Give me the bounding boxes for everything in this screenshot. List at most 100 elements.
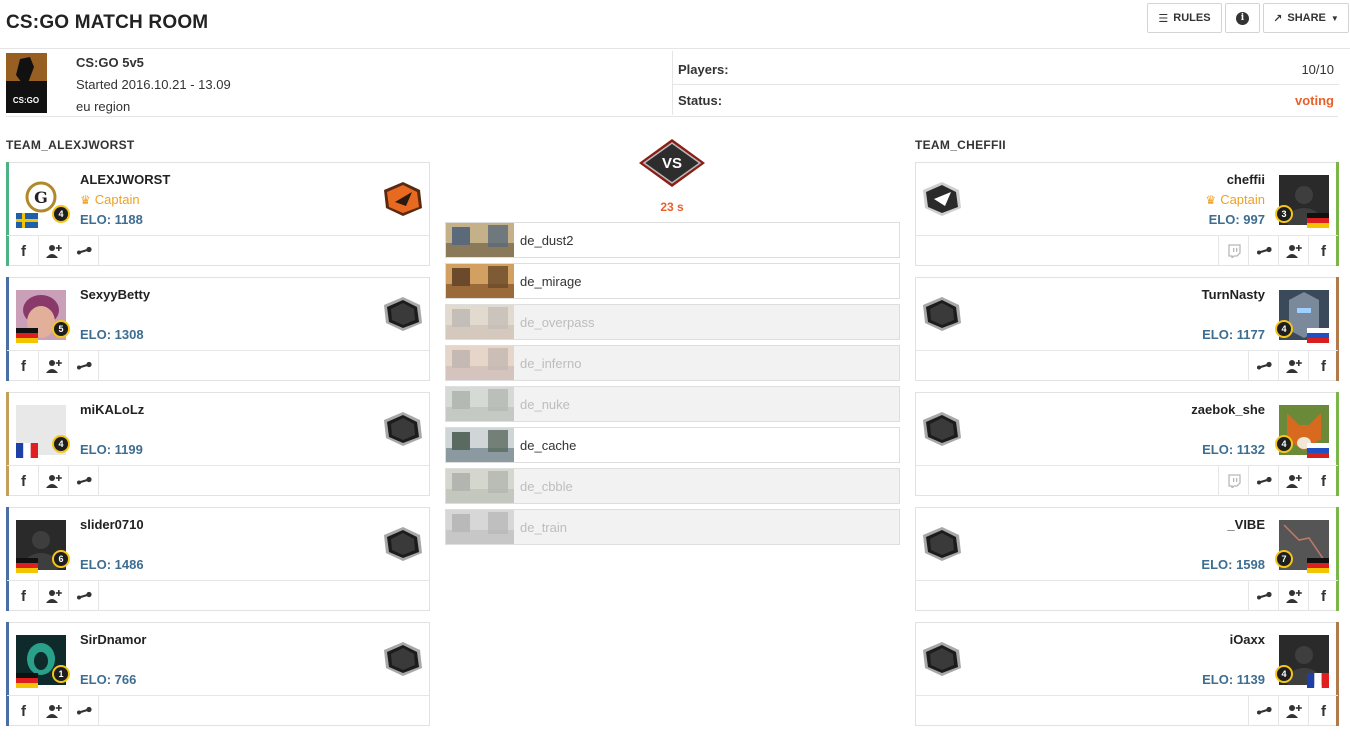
player-name[interactable]: TurnNasty xyxy=(1202,287,1265,302)
map-option[interactable]: de_overpass xyxy=(445,304,900,340)
add-friend-icon xyxy=(1285,244,1302,258)
facebook-button[interactable]: f xyxy=(1308,351,1338,381)
facebook-button[interactable]: f xyxy=(9,581,39,611)
add-friend-button[interactable] xyxy=(1278,236,1308,266)
steam-button[interactable] xyxy=(1248,351,1278,381)
steam-button[interactable] xyxy=(1248,696,1278,726)
facebook-button[interactable]: f xyxy=(9,466,39,496)
country-flag xyxy=(16,443,38,458)
map-option[interactable]: de_nuke xyxy=(445,386,900,422)
steam-button[interactable] xyxy=(69,696,99,726)
add-friend-button[interactable] xyxy=(1278,581,1308,611)
add-friend-button[interactable] xyxy=(1278,351,1308,381)
country-flag xyxy=(16,328,38,343)
steam-icon xyxy=(75,246,93,256)
rank-badge-icon xyxy=(921,640,963,678)
facebook-icon: f xyxy=(1321,702,1326,720)
steam-icon xyxy=(1255,476,1273,486)
steam-button[interactable] xyxy=(1248,581,1278,611)
share-button[interactable]: ↗ SHARE ▼ xyxy=(1263,3,1349,33)
add-friend-icon xyxy=(45,244,62,258)
map-name: de_nuke xyxy=(520,397,570,412)
facebook-button[interactable]: f xyxy=(1308,696,1338,726)
map-name: de_inferno xyxy=(520,356,582,371)
elo-rating: ELO: 1132 xyxy=(1202,442,1265,457)
player-name[interactable]: _VIBE xyxy=(1227,517,1265,532)
facebook-icon: f xyxy=(21,357,26,375)
facebook-button[interactable]: f xyxy=(9,696,39,726)
facebook-icon: f xyxy=(21,242,26,260)
rank-badge-icon xyxy=(921,525,963,563)
steam-button[interactable] xyxy=(69,236,99,266)
svg-text:CS:GO: CS:GO xyxy=(13,96,39,105)
player-name[interactable]: zaebok_she xyxy=(1191,402,1265,417)
map-option[interactable]: de_cache xyxy=(445,427,900,463)
player-card: 4 TurnNasty ELO: 1177 f xyxy=(915,277,1339,381)
map-name: de_train xyxy=(520,520,567,535)
add-friend-button[interactable] xyxy=(39,696,69,726)
add-friend-button[interactable] xyxy=(39,351,69,381)
add-friend-icon xyxy=(45,589,62,603)
player-actions: f xyxy=(9,696,99,726)
facebook-icon: f xyxy=(21,587,26,605)
add-friend-button[interactable] xyxy=(1278,466,1308,496)
map-thumbnail xyxy=(446,428,514,462)
facebook-button[interactable]: f xyxy=(9,236,39,266)
player-name[interactable]: ALEXJWORST xyxy=(80,172,170,187)
map-thumbnail xyxy=(446,510,514,544)
captain-label: ♛ Captain xyxy=(1205,192,1265,207)
map-name: de_cbble xyxy=(520,479,573,494)
rank-badge-icon xyxy=(382,525,424,563)
facebook-button[interactable]: f xyxy=(1308,466,1338,496)
player-card: 1 SirDnamor ELO: 766 f xyxy=(6,622,430,726)
rules-button[interactable]: ☰ RULES xyxy=(1147,3,1222,33)
map-option[interactable]: de_inferno xyxy=(445,345,900,381)
steam-icon xyxy=(75,706,93,716)
steam-button[interactable] xyxy=(69,581,99,611)
add-friend-button[interactable] xyxy=(39,466,69,496)
player-actions: f xyxy=(9,466,99,496)
map-option[interactable]: de_cbble xyxy=(445,468,900,504)
player-name[interactable]: SirDnamor xyxy=(80,632,146,647)
add-friend-button[interactable] xyxy=(39,581,69,611)
add-friend-icon xyxy=(45,359,62,373)
vs-badge: VS xyxy=(637,137,707,189)
player-name[interactable]: iOaxx xyxy=(1230,632,1265,647)
map-name: de_overpass xyxy=(520,315,595,330)
players-label: Players: xyxy=(678,62,729,77)
player-name[interactable]: slider0710 xyxy=(80,517,144,532)
player-name[interactable]: miKALoLz xyxy=(80,402,144,417)
map-thumbnail xyxy=(446,346,514,380)
elo-rating: ELO: 1598 xyxy=(1201,557,1265,572)
skill-level-badge: 7 xyxy=(1275,550,1293,568)
map-option[interactable]: de_train xyxy=(445,509,900,545)
info-button[interactable]: i xyxy=(1225,3,1260,33)
facebook-button[interactable]: f xyxy=(9,351,39,381)
twitch-button[interactable] xyxy=(1218,466,1248,496)
add-friend-button[interactable] xyxy=(39,236,69,266)
player-card: 4 iOaxx ELO: 1139 f xyxy=(915,622,1339,726)
steam-button[interactable] xyxy=(69,351,99,381)
skill-level-badge: 4 xyxy=(1275,320,1293,338)
country-flag xyxy=(1307,558,1329,573)
map-option[interactable]: de_dust2 xyxy=(445,222,900,258)
twitch-button[interactable] xyxy=(1218,236,1248,266)
player-card: G 4 ALEXJWORST ♛ Captain ELO: 1188 f xyxy=(6,162,430,266)
skill-level-badge: 3 xyxy=(1275,205,1293,223)
steam-button[interactable] xyxy=(1248,466,1278,496)
facebook-button[interactable]: f xyxy=(1308,236,1338,266)
team-left-name: TEAM_ALEXJWORST xyxy=(6,138,135,152)
player-name[interactable]: cheffii xyxy=(1227,172,1265,187)
facebook-button[interactable]: f xyxy=(1308,581,1338,611)
player-name[interactable]: SexyyBetty xyxy=(80,287,150,302)
map-option[interactable]: de_mirage xyxy=(445,263,900,299)
vote-timer: 23 s xyxy=(660,200,684,214)
player-card: 3 cheffii ♛ Captain ELO: 997 f xyxy=(915,162,1339,266)
steam-button[interactable] xyxy=(1248,236,1278,266)
add-friend-button[interactable] xyxy=(1278,696,1308,726)
steam-button[interactable] xyxy=(69,466,99,496)
map-name: de_cache xyxy=(520,438,577,453)
skill-level-badge: 4 xyxy=(52,435,70,453)
rank-badge-icon xyxy=(382,410,424,448)
country-flag xyxy=(1307,673,1329,688)
